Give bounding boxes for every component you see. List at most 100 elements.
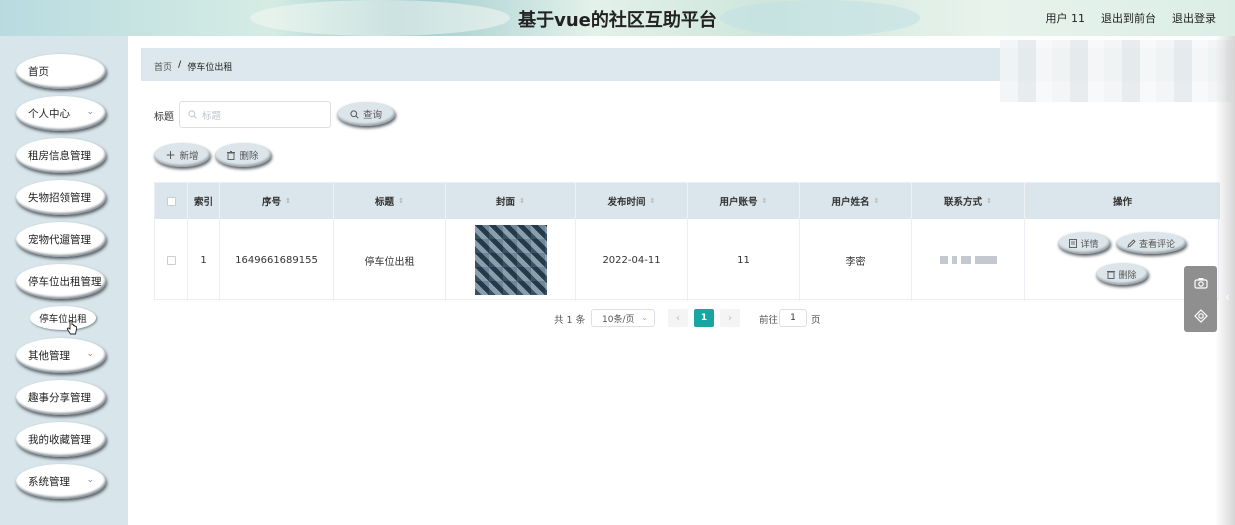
target-icon bbox=[1193, 308, 1208, 323]
sidebar-item-label: 系统管理 bbox=[28, 476, 70, 488]
logout-link[interactable]: 退出登录 bbox=[1172, 10, 1216, 26]
view-comments-label: 查看评论 bbox=[1138, 239, 1175, 250]
cell-account: 11 bbox=[688, 219, 800, 301]
page-size-value: 10条/页 bbox=[602, 314, 635, 325]
back-to-front-link[interactable]: 退出到前台 bbox=[1101, 10, 1156, 26]
top-header: 基于vue的社区互助平台 用户 11 退出到前台 退出登录 bbox=[0, 0, 1235, 36]
column-header: 操作 bbox=[1112, 197, 1132, 208]
sort-icon[interactable]: ⇕ bbox=[986, 197, 992, 205]
redacted-contact bbox=[939, 256, 997, 264]
sidebar-item-fun-share[interactable]: 趣事分享管理 bbox=[16, 380, 106, 415]
batch-delete-button[interactable]: 删除 bbox=[215, 143, 271, 167]
prev-page-button[interactable]: ‹ bbox=[668, 309, 688, 327]
page-unit-label: 页 bbox=[811, 315, 821, 326]
query-button[interactable]: 查询 bbox=[337, 102, 395, 126]
sidebar-item-my-favorites[interactable]: 我的收藏管理 bbox=[16, 422, 106, 457]
breadcrumb: 首页 / 停车位出租 bbox=[154, 60, 232, 73]
column-header[interactable]: 序号 ⇕ bbox=[220, 183, 334, 219]
plus-icon: + bbox=[165, 148, 176, 162]
sidebar-item-parking-rental[interactable]: 停车位出租管理 bbox=[16, 264, 106, 299]
right-edge-shade bbox=[1215, 36, 1235, 525]
sidebar-item-label: 其他管理 bbox=[28, 350, 70, 362]
sort-icon[interactable]: ⇕ bbox=[650, 197, 656, 205]
sort-icon[interactable]: ⇕ bbox=[519, 197, 525, 205]
locate-button[interactable] bbox=[1184, 299, 1217, 332]
page-number-current[interactable]: 1 bbox=[694, 309, 714, 327]
breadcrumb-current: 停车位出租 bbox=[187, 63, 233, 73]
sidebar-item-pet-walking[interactable]: 宠物代遛管理 bbox=[16, 222, 106, 257]
sidebar-item-personal-center[interactable]: 个人中心 ⌄ bbox=[16, 96, 106, 131]
next-page-button[interactable]: › bbox=[720, 309, 740, 327]
cell-cover bbox=[446, 219, 576, 301]
sort-icon[interactable]: ⇕ bbox=[285, 197, 291, 205]
breadcrumb-home[interactable]: 首页 bbox=[154, 60, 172, 73]
row-select-cell[interactable] bbox=[155, 219, 188, 301]
document-icon bbox=[1069, 238, 1078, 248]
column-header[interactable]: 标题 ⇕ bbox=[334, 183, 446, 219]
sidebar-item-label: 停车位出租管理 bbox=[28, 276, 102, 288]
sidebar-item-label: 趣事分享管理 bbox=[28, 392, 91, 404]
row-delete-button[interactable]: 删除 bbox=[1096, 263, 1148, 285]
chevron-left-icon[interactable]: ‹ bbox=[1225, 290, 1230, 304]
select-all-checkbox[interactable] bbox=[166, 196, 176, 206]
pagination-total: 共 1 条 bbox=[554, 315, 586, 326]
search-icon bbox=[188, 110, 197, 119]
trash-icon bbox=[227, 150, 236, 160]
header-select-all[interactable] bbox=[155, 183, 188, 219]
search-placeholder: 标题 bbox=[202, 110, 222, 122]
sidebar-item-label: 宠物代遛管理 bbox=[28, 234, 91, 246]
title-search-input[interactable]: 标题 bbox=[179, 101, 331, 128]
screenshot-button[interactable] bbox=[1184, 266, 1217, 299]
add-button[interactable]: + 新增 bbox=[154, 143, 210, 167]
sidebar-item-home[interactable]: 首页 bbox=[16, 54, 106, 89]
goto-page-input[interactable]: 1 bbox=[779, 309, 807, 327]
sidebar-item-label: 个人中心 bbox=[28, 108, 70, 120]
sidebar-subitem-label: 停车位出租 bbox=[39, 314, 87, 325]
query-button-label: 查询 bbox=[362, 110, 382, 121]
chevron-down-icon: ⌄ bbox=[641, 313, 648, 322]
sidebar-subitem-parking-rental[interactable]: 停车位出租 bbox=[30, 306, 96, 330]
detail-button-label: 详情 bbox=[1080, 239, 1099, 250]
cell-index: 1 bbox=[188, 219, 220, 301]
table-header: 索引 序号 ⇕ 标题 ⇕ 封面 ⇕ 发布时间 ⇕ 用户账号 ⇕ 用户姓名 ⇕ 联系方式 ⇕ 操… bbox=[155, 183, 1220, 219]
detail-button[interactable]: 详情 bbox=[1058, 232, 1110, 254]
column-header: 索引 bbox=[188, 183, 220, 219]
batch-delete-label: 删除 bbox=[239, 151, 259, 162]
goto-label: 前往 bbox=[759, 315, 779, 326]
sidebar-item-rental-info[interactable]: 租房信息管理 bbox=[16, 138, 106, 173]
column-header[interactable]: 用户姓名 ⇕ bbox=[800, 183, 912, 219]
search-icon bbox=[350, 109, 359, 119]
chevron-down-icon: ⌄ bbox=[86, 475, 94, 485]
sidebar-item-system[interactable]: 系统管理 ⌄ bbox=[16, 464, 106, 499]
chevron-left-icon: ‹ bbox=[676, 312, 680, 324]
sort-icon[interactable]: ⇕ bbox=[762, 197, 768, 205]
add-button-label: 新增 bbox=[179, 151, 199, 162]
edit-icon bbox=[1127, 238, 1136, 248]
camera-icon bbox=[1193, 277, 1208, 289]
sidebar-item-other[interactable]: 其他管理 ⌄ bbox=[16, 338, 106, 373]
sort-icon[interactable]: ⇕ bbox=[874, 197, 880, 205]
sidebar-item-label: 首页 bbox=[28, 66, 49, 78]
cell-contact bbox=[912, 219, 1025, 301]
cell-serial: 1649661689155 bbox=[220, 219, 334, 301]
row-delete-label: 删除 bbox=[1118, 270, 1137, 281]
current-user-label: 用户 11 bbox=[1045, 12, 1086, 25]
sidebar-item-label: 租房信息管理 bbox=[28, 150, 91, 162]
chevron-down-icon: ⌄ bbox=[86, 107, 94, 117]
floating-tool-panel bbox=[1184, 266, 1217, 332]
view-comments-button[interactable]: 查看评论 bbox=[1116, 232, 1186, 254]
chevron-right-icon: › bbox=[728, 312, 732, 324]
sidebar-item-lost-found[interactable]: 失物招领管理 bbox=[16, 180, 106, 215]
chevron-down-icon: ⌄ bbox=[86, 349, 94, 359]
sort-icon[interactable]: ⇕ bbox=[398, 197, 404, 205]
search-label: 标题 bbox=[154, 112, 174, 123]
column-header[interactable]: 发布时间 ⇕ bbox=[576, 183, 688, 219]
cover-image[interactable] bbox=[474, 225, 547, 295]
column-header[interactable]: 联系方式 ⇕ bbox=[912, 183, 1025, 219]
sidebar-item-label: 我的收藏管理 bbox=[28, 434, 91, 446]
column-header[interactable]: 用户账号 ⇕ bbox=[688, 183, 800, 219]
page-size-select[interactable]: 10条/页 ⌄ bbox=[591, 309, 655, 327]
sidebar-item-label: 失物招领管理 bbox=[28, 192, 91, 204]
row-checkbox[interactable] bbox=[166, 255, 176, 265]
column-header[interactable]: 封面 ⇕ bbox=[446, 183, 576, 219]
